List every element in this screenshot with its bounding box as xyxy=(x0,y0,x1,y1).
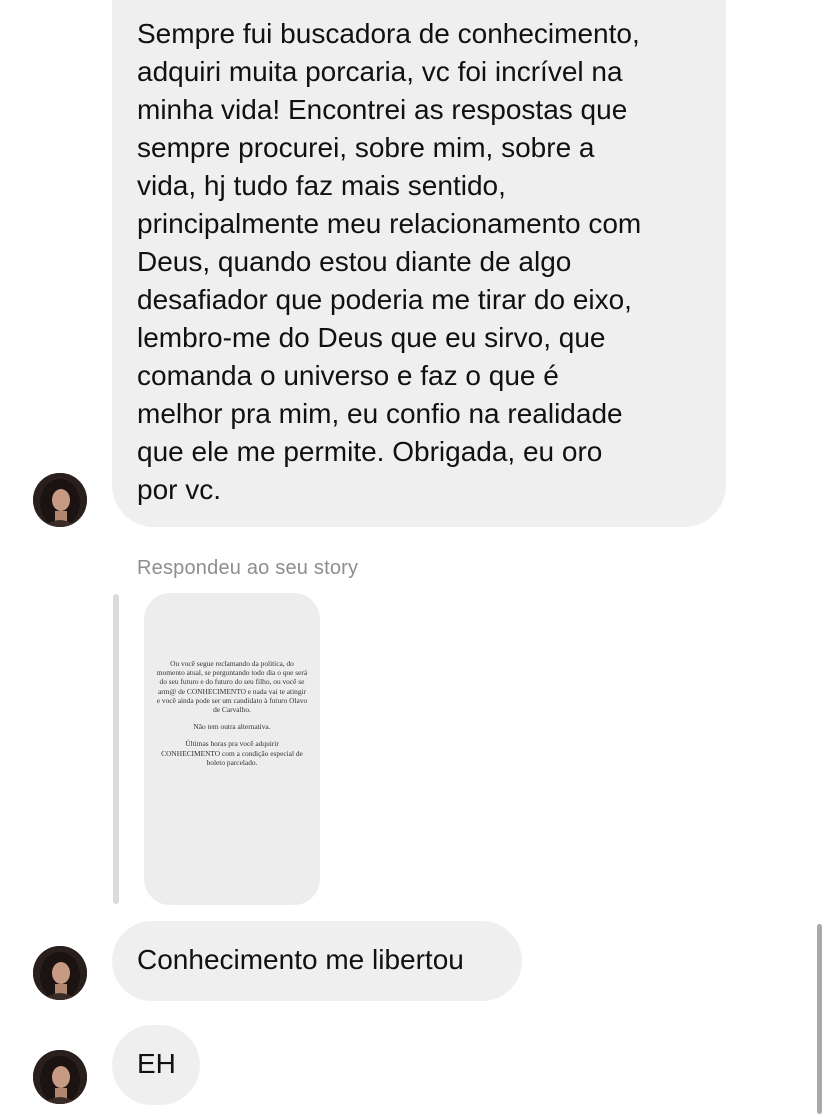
scrollbar[interactable] xyxy=(817,924,822,1114)
message-bubble[interactable]: EH xyxy=(112,1025,200,1105)
story-text: Ou você segue reclamando da politica, do… xyxy=(156,659,308,775)
message-bubble-long[interactable]: Sempre fui buscadora de conhecimento, ad… xyxy=(112,0,726,527)
story-paragraph: Não tem outra alternativa. xyxy=(193,722,271,732)
sender-avatar[interactable] xyxy=(33,946,87,1000)
avatar-photo-icon xyxy=(33,1050,87,1104)
sender-avatar[interactable] xyxy=(33,473,87,527)
dm-thread: Sempre fui buscadora de conhecimento, ad… xyxy=(0,0,828,1117)
story-preview[interactable]: Ou você segue reclamando da politica, do… xyxy=(144,593,320,905)
reply-indicator-bar xyxy=(113,594,119,904)
avatar-photo-icon xyxy=(33,946,87,1000)
story-reply-label: Respondeu ao seu story xyxy=(137,557,359,579)
story-paragraph: Ou você segue reclamando da politica, do… xyxy=(156,659,308,715)
message-bubble[interactable]: Conhecimento me libertou xyxy=(112,921,522,1001)
avatar-photo-icon xyxy=(33,473,87,527)
sender-avatar[interactable] xyxy=(33,1050,87,1104)
story-paragraph: Últimas horas pra você adquirir CONHECIM… xyxy=(161,739,303,767)
